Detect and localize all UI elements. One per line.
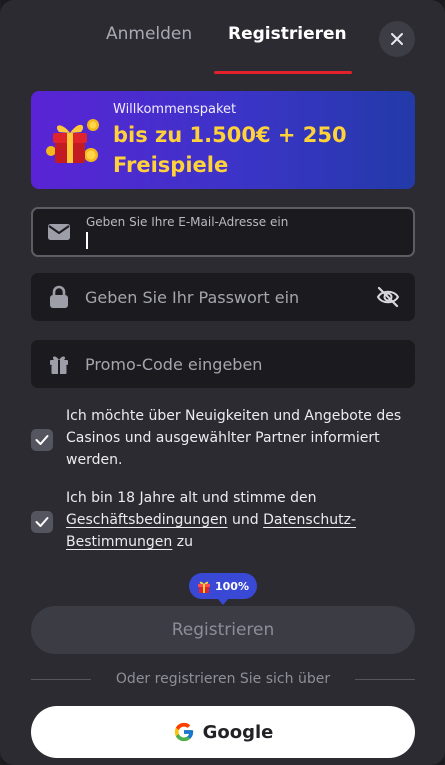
password-input[interactable] bbox=[85, 273, 385, 321]
tab-login[interactable]: Anmelden bbox=[106, 24, 192, 44]
newsletter-checkbox[interactable] bbox=[31, 429, 53, 451]
terms-and: und bbox=[227, 512, 264, 528]
email-field[interactable]: Geben Sie Ihre E-Mail-Adresse ein bbox=[31, 207, 415, 257]
terms-link[interactable]: Geschäftsbedingungen bbox=[66, 512, 228, 528]
divider-line-right bbox=[355, 679, 415, 680]
google-button-label: Google bbox=[202, 721, 274, 743]
terms-consent-text: Ich bin 18 Jahre alt und stimme den Gesc… bbox=[66, 487, 416, 553]
registration-modal: Anmelden Registrieren Willkommenspaket b… bbox=[0, 0, 445, 765]
welcome-package-banner: Willkommenspaket bis zu 1.500€ + 250 Fre… bbox=[31, 91, 415, 189]
terms-prefix: Ich bin 18 Jahre alt und stimme den bbox=[66, 490, 317, 506]
google-signup-button[interactable]: Google bbox=[31, 706, 415, 758]
bonus-badge-value: 100% bbox=[215, 579, 249, 593]
close-button[interactable] bbox=[379, 21, 415, 57]
email-field-label: Geben Sie Ihre E-Mail-Adresse ein bbox=[86, 215, 289, 229]
envelope-icon bbox=[47, 220, 71, 244]
eye-slash-icon[interactable] bbox=[375, 284, 401, 310]
newsletter-consent-text: Ich möchte über Neuigkeiten und Angebote… bbox=[66, 408, 402, 468]
banner-subtitle: Willkommenspaket bbox=[113, 102, 237, 117]
close-icon bbox=[391, 33, 403, 45]
text-cursor bbox=[86, 232, 88, 249]
terms-checkbox[interactable] bbox=[31, 511, 53, 533]
checkmark-icon bbox=[35, 435, 49, 445]
google-icon bbox=[174, 722, 193, 742]
checkmark-icon bbox=[35, 517, 49, 527]
gift-box-icon bbox=[46, 119, 99, 163]
banner-title: bis zu 1.500€ + 250 Freispiele bbox=[113, 123, 347, 177]
bonus-badge: 100% bbox=[189, 573, 257, 605]
tab-register[interactable]: Registrieren bbox=[228, 24, 347, 44]
promo-code-input[interactable] bbox=[85, 340, 385, 388]
auth-tabs: Anmelden Registrieren bbox=[0, 0, 445, 75]
password-field[interactable] bbox=[31, 273, 415, 321]
active-tab-indicator bbox=[214, 71, 352, 74]
register-submit-button[interactable]: Registrieren bbox=[31, 606, 415, 654]
gift-icon bbox=[47, 352, 71, 376]
social-divider: Oder registrieren Sie sich über bbox=[31, 670, 415, 690]
terms-suffix: zu bbox=[172, 534, 193, 550]
promo-code-field[interactable] bbox=[31, 340, 415, 388]
gift-icon bbox=[198, 581, 210, 593]
lock-icon bbox=[47, 285, 71, 309]
